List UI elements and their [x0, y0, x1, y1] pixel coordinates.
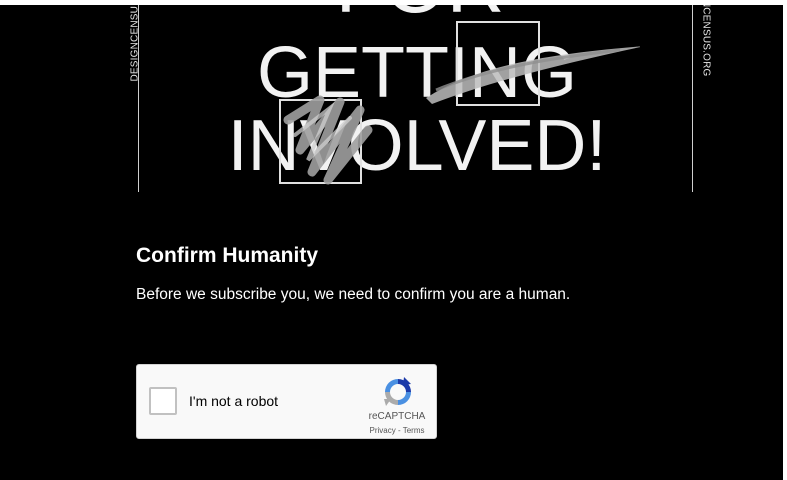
confirm-title: Confirm Humanity	[136, 244, 319, 267]
recaptcha-links: Privacy - Terms	[359, 426, 435, 435]
banner-side-text-left: DESIGNCENSU	[129, 5, 141, 82]
hero-headline-graphic: FOR GETTING INVOLVED!	[228, 0, 640, 186]
confirm-section: Confirm Humanity Before we subscribe you…	[136, 240, 736, 306]
top-edge-strip	[0, 0, 787, 5]
recaptcha-brand: reCAPTCHA	[368, 411, 426, 422]
page-background: DESIGNCENSU NCENSUS.ORG FOR GETTING INVO…	[0, 0, 783, 480]
recaptcha-checkbox[interactable]	[149, 387, 177, 415]
banner-right-rule	[692, 5, 693, 192]
recaptcha-privacy-link[interactable]: Privacy	[370, 426, 396, 435]
banner-side-text-right: NCENSUS.ORG	[700, 0, 712, 77]
recaptcha-terms-link[interactable]: Terms	[403, 426, 425, 435]
right-edge-strip	[783, 0, 787, 480]
recaptcha-label: I'm not a robot	[189, 393, 279, 409]
recaptcha-link-separator: -	[395, 426, 403, 435]
hero-banner: DESIGNCENSU NCENSUS.ORG FOR GETTING INVO…	[0, 0, 783, 200]
recaptcha-widget: I'm not a robot reCAPTCHA Privacy - Term…	[136, 364, 437, 439]
confirm-description: Before we subscribe you, we need to conf…	[136, 286, 571, 303]
recaptcha-logo-icon	[384, 377, 411, 406]
